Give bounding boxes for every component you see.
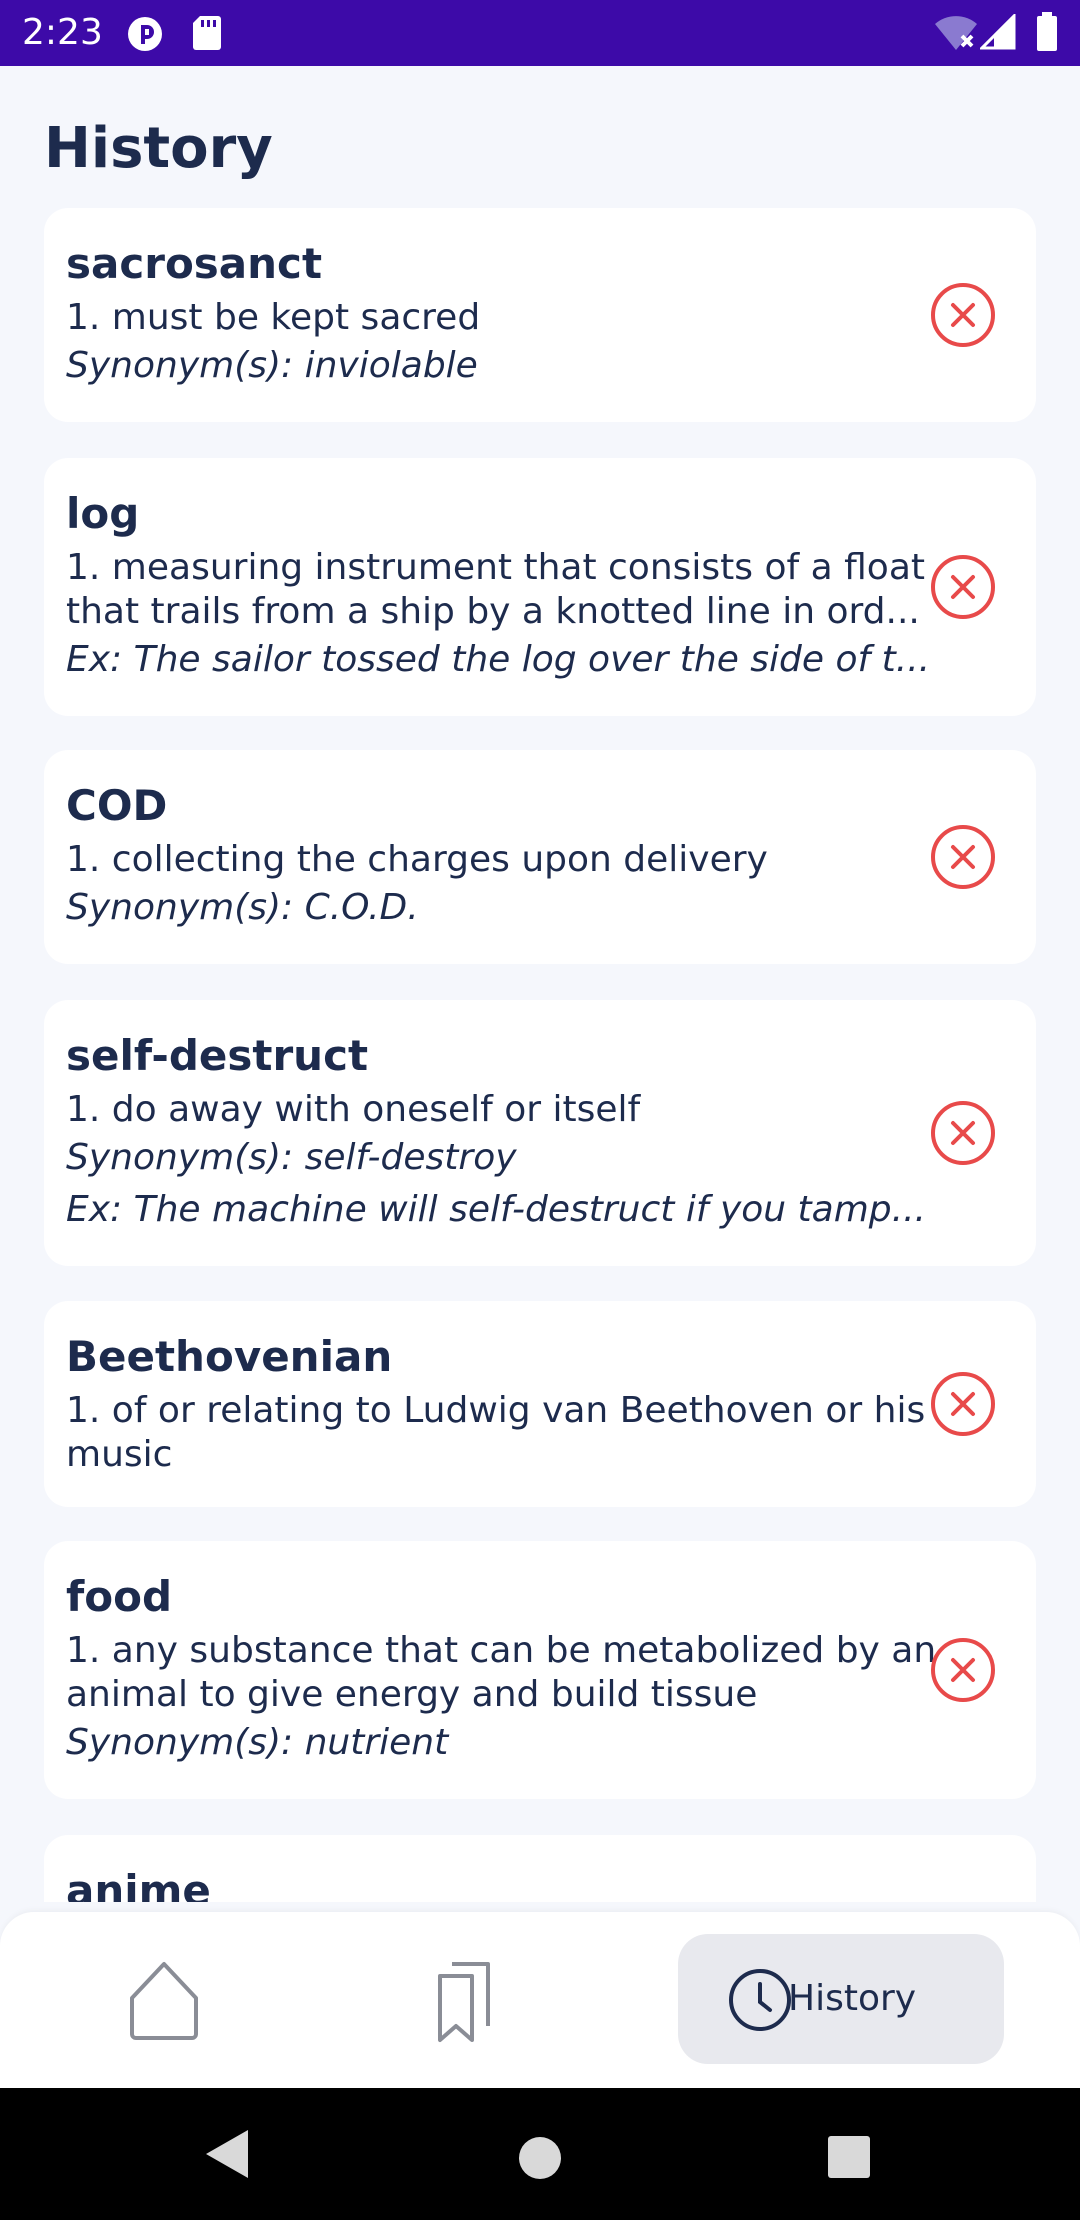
history-card[interactable]: self-destruct 1. do away with oneself or… xyxy=(44,1000,1036,1266)
close-circle-icon xyxy=(931,283,995,347)
remove-button[interactable] xyxy=(930,554,996,620)
remove-button[interactable] xyxy=(930,1371,996,1437)
entry-word: self-destruct xyxy=(66,1031,369,1080)
remove-button[interactable] xyxy=(930,824,996,890)
entry-definition: 1. of or relating to Ludwig van Beethove… xyxy=(66,1390,926,1475)
clock-icon xyxy=(729,1969,791,2031)
page-title: History xyxy=(44,116,273,181)
recents-icon xyxy=(828,2136,870,2178)
status-time: 2:23 xyxy=(22,12,103,53)
entry-definition: 1. measuring instrument that consists of… xyxy=(66,547,925,632)
history-list[interactable]: sacrosanct 1. must be kept sacred Synony… xyxy=(0,200,1080,1902)
entry-word: food xyxy=(66,1572,173,1621)
history-card[interactable]: sacrosanct 1. must be kept sacred Synony… xyxy=(44,208,1036,422)
history-card[interactable]: log 1. measuring instrument that consist… xyxy=(44,458,1036,716)
entry-example: Ex: The sailor tossed the log over the s… xyxy=(66,639,931,680)
status-bar: 2:23 xyxy=(0,0,1080,66)
entry-synonyms: Synonym(s): C.O.D. xyxy=(66,887,419,928)
bottom-nav: History xyxy=(0,1912,1080,2088)
history-card[interactable]: anime xyxy=(44,1835,1036,1902)
recents-button[interactable] xyxy=(822,2130,878,2186)
nav-history[interactable]: History xyxy=(678,1934,1004,2064)
pocket-casts-icon xyxy=(126,15,164,57)
close-circle-icon xyxy=(931,1101,995,1165)
close-circle-icon xyxy=(931,555,995,619)
close-circle-icon xyxy=(931,825,995,889)
entry-word: Beethovenian xyxy=(66,1332,393,1381)
remove-button[interactable] xyxy=(930,1637,996,1703)
close-circle-icon xyxy=(931,1638,995,1702)
back-button[interactable] xyxy=(196,2124,256,2184)
back-icon xyxy=(206,2130,248,2178)
home-button[interactable] xyxy=(512,2130,568,2186)
system-nav-bar xyxy=(0,2088,1080,2220)
entry-definition: 1. collecting the charges upon delivery xyxy=(66,839,768,880)
nav-home[interactable] xyxy=(104,1948,224,2052)
entry-synonyms: Synonym(s): self-destroy xyxy=(66,1137,517,1178)
entry-word: COD xyxy=(66,781,168,830)
home-icon xyxy=(130,1962,198,2040)
entry-definition: 1. must be kept sacred xyxy=(66,297,481,338)
entry-definition: 1. any substance that can be metabolized… xyxy=(66,1630,937,1715)
nav-bookmarks[interactable] xyxy=(404,1948,524,2052)
home-circle-icon xyxy=(519,2137,561,2179)
history-card[interactable]: COD 1. collecting the charges upon deliv… xyxy=(44,750,1036,964)
close-circle-icon xyxy=(931,1372,995,1436)
entry-synonyms: Synonym(s): nutrient xyxy=(66,1722,449,1763)
wifi-off-icon xyxy=(934,14,978,56)
bookmarks-icon xyxy=(438,1962,490,2042)
remove-button[interactable] xyxy=(930,1100,996,1166)
signal-icon xyxy=(978,12,1016,54)
nav-history-label: History xyxy=(788,1978,917,2019)
entry-word: anime xyxy=(66,1866,211,1902)
battery-icon xyxy=(1036,12,1058,56)
remove-button[interactable] xyxy=(930,282,996,348)
entry-definition: 1. do away with oneself or itself xyxy=(66,1089,641,1130)
entry-synonyms: Synonym(s): inviolable xyxy=(66,345,478,386)
sd-card-icon xyxy=(192,15,222,55)
history-card[interactable]: Beethovenian 1. of or relating to Ludwig… xyxy=(44,1301,1036,1507)
entry-example: Ex: The machine will self-destruct if yo… xyxy=(66,1189,926,1230)
entry-word: sacrosanct xyxy=(66,239,323,288)
entry-word: log xyxy=(66,489,140,538)
history-card[interactable]: food 1. any substance that can be metabo… xyxy=(44,1541,1036,1799)
